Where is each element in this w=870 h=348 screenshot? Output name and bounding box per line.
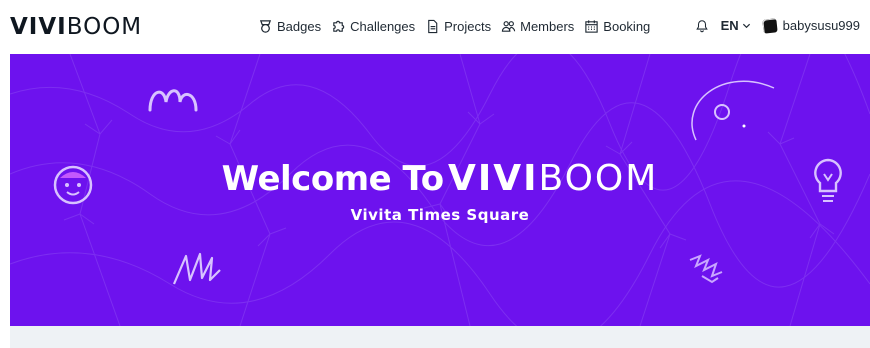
main-nav: Badges Challenges Projects Members Booki… <box>258 19 650 34</box>
user-menu[interactable]: babysusu999 <box>761 17 860 34</box>
language-label: EN <box>720 18 739 33</box>
welcome-banner: Welcome To VIVIBOOM Vivita Times Square <box>10 54 870 326</box>
nav-label-projects: Projects <box>444 19 492 34</box>
banner-brand-bold: VIVI <box>448 158 539 199</box>
nav-label-booking: Booking <box>603 19 651 34</box>
logo-light-text: BOOM <box>66 14 143 40</box>
nav-label-badges: Badges <box>277 19 322 34</box>
banner-brand-light: BOOM <box>538 158 659 199</box>
calendar-icon <box>585 20 598 33</box>
nav-item-projects[interactable]: Projects <box>425 19 491 34</box>
content-area <box>10 326 870 348</box>
welcome-text: Welcome To <box>221 159 444 199</box>
badge-icon <box>259 20 272 33</box>
top-navigation-bar: VIVI BOOM Badges Challenges Projects Memb… <box>0 0 870 54</box>
header-right: EN babysusu999 <box>695 17 860 34</box>
avatar <box>761 17 778 34</box>
language-selector[interactable]: EN <box>721 18 751 33</box>
banner-title: Welcome To VIVIBOOM <box>10 158 870 199</box>
chevron-down-icon <box>742 23 750 29</box>
wave-doodle-icon <box>148 89 198 112</box>
nav-item-challenges[interactable]: Challenges <box>331 19 415 34</box>
viviboom-logo[interactable]: VIVI BOOM <box>10 14 142 40</box>
logo-bold-text: VIVI <box>10 14 67 40</box>
nav-item-members[interactable]: Members <box>501 19 574 34</box>
scribble-doodle-icon <box>172 252 221 285</box>
puzzle-icon <box>333 20 345 32</box>
username: babysusu999 <box>782 18 860 33</box>
banner-subtitle: Vivita Times Square <box>350 206 530 224</box>
nav-label-challenges: Challenges <box>350 19 416 34</box>
zigzag-doodle-icon <box>689 254 723 284</box>
orbit-doodle-icon <box>691 80 775 141</box>
nav-item-badges[interactable]: Badges <box>258 19 321 34</box>
nav-item-booking[interactable]: Booking <box>584 19 650 34</box>
document-icon <box>428 19 438 34</box>
bell-icon[interactable] <box>695 19 709 33</box>
nav-label-members: Members <box>520 19 575 34</box>
members-icon <box>501 21 516 32</box>
